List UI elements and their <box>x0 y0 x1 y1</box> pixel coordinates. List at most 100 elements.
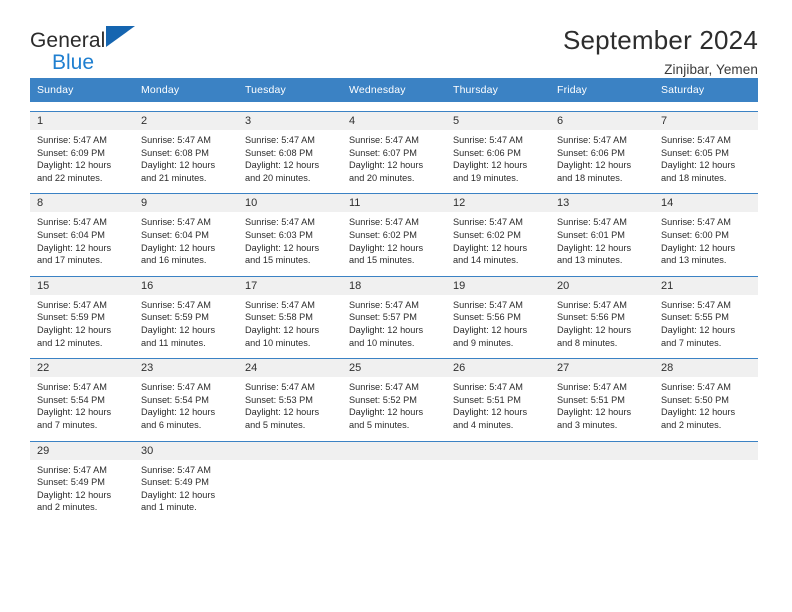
day-sun-info: Sunrise: 5:47 AM Sunset: 5:53 PM Dayligh… <box>245 382 320 430</box>
day-number: 11 <box>342 194 446 213</box>
day-number: 27 <box>550 359 654 378</box>
day-number <box>238 441 342 460</box>
page-subtitle-location: Zinjibar, Yemen <box>664 61 758 77</box>
day-sun-info: Sunrise: 5:47 AM Sunset: 6:00 PM Dayligh… <box>661 217 736 266</box>
day-cell[interactable]: 3 Sunrise: 5:47 AM Sunset: 6:08 PM Daylig… <box>238 112 342 184</box>
day-cell[interactable]: 28 Sunrise: 5:47 AM Sunset: 5:50 PM Dayli… <box>654 359 758 431</box>
day-cell-empty <box>446 441 550 514</box>
day-cell-empty <box>342 441 446 514</box>
day-cell[interactable]: 17 Sunrise: 5:47 AM Sunset: 5:58 PM Dayli… <box>238 276 342 349</box>
day-cell[interactable]: 9 Sunrise: 5:47 AM Sunset: 6:04 PM Daylig… <box>134 194 238 266</box>
day-sun-info: Sunrise: 5:47 AM Sunset: 5:49 PM Dayligh… <box>141 464 216 513</box>
day-sun-info: Sunrise: 5:47 AM Sunset: 6:02 PM Dayligh… <box>349 217 424 266</box>
day-sun-info: Sunrise: 5:47 AM Sunset: 6:05 PM Dayligh… <box>661 135 736 183</box>
day-sun-info: Sunrise: 5:47 AM Sunset: 5:55 PM Dayligh… <box>661 299 736 348</box>
day-number: 8 <box>30 194 134 213</box>
day-cell-empty <box>550 441 654 514</box>
day-cell[interactable]: 13 Sunrise: 5:47 AM Sunset: 6:01 PM Dayli… <box>550 194 654 266</box>
day-sun-info: Sunrise: 5:47 AM Sunset: 5:58 PM Dayligh… <box>245 299 320 348</box>
day-sun-info: Sunrise: 5:47 AM Sunset: 5:56 PM Dayligh… <box>557 299 632 348</box>
day-cell[interactable]: 4 Sunrise: 5:47 AM Sunset: 6:07 PM Daylig… <box>342 112 446 184</box>
day-sun-info <box>446 460 550 464</box>
weekday-header-tuesday: Tuesday <box>245 84 286 96</box>
day-number: 16 <box>134 276 238 295</box>
weekday-header-monday: Monday <box>141 84 180 96</box>
day-number: 3 <box>238 112 342 130</box>
day-number: 25 <box>342 359 446 378</box>
day-cell[interactable]: 20 Sunrise: 5:47 AM Sunset: 5:56 PM Dayli… <box>550 276 654 349</box>
day-cell[interactable]: 24 Sunrise: 5:47 AM Sunset: 5:53 PM Dayli… <box>238 359 342 431</box>
weekday-header-sunday: Sunday <box>37 84 74 96</box>
generalblue-logo[interactable]: General Blue <box>30 24 155 73</box>
day-sun-info: Sunrise: 5:47 AM Sunset: 5:59 PM Dayligh… <box>141 299 216 348</box>
day-number <box>550 441 654 460</box>
day-number: 28 <box>654 359 758 378</box>
day-cell[interactable]: 30 Sunrise: 5:47 AM Sunset: 5:49 PM Dayli… <box>134 441 238 514</box>
day-sun-info <box>550 460 654 464</box>
day-sun-info: Sunrise: 5:47 AM Sunset: 6:01 PM Dayligh… <box>557 217 632 266</box>
day-cell[interactable]: 29 Sunrise: 5:47 AM Sunset: 5:49 PM Dayli… <box>30 441 134 514</box>
day-sun-info: Sunrise: 5:47 AM Sunset: 5:59 PM Dayligh… <box>37 299 112 348</box>
page-header: General Blue September 2024 Zinjibar, Ye… <box>0 0 792 78</box>
day-sun-info: Sunrise: 5:47 AM Sunset: 6:08 PM Dayligh… <box>141 135 216 183</box>
day-sun-info: Sunrise: 5:47 AM Sunset: 6:09 PM Dayligh… <box>37 135 112 183</box>
title-block: September 2024 Zinjibar, Yemen <box>563 24 758 77</box>
day-cell[interactable]: 22 Sunrise: 5:47 AM Sunset: 5:54 PM Dayli… <box>30 359 134 431</box>
day-number: 13 <box>550 194 654 213</box>
day-sun-info: Sunrise: 5:47 AM Sunset: 5:54 PM Dayligh… <box>141 382 216 430</box>
day-sun-info: Sunrise: 5:47 AM Sunset: 6:02 PM Dayligh… <box>453 217 528 266</box>
day-cell[interactable]: 15 Sunrise: 5:47 AM Sunset: 5:59 PM Dayli… <box>30 276 134 349</box>
day-sun-info: Sunrise: 5:47 AM Sunset: 6:06 PM Dayligh… <box>557 135 632 183</box>
day-cell[interactable]: 23 Sunrise: 5:47 AM Sunset: 5:54 PM Dayli… <box>134 359 238 431</box>
day-number: 7 <box>654 112 758 130</box>
calendar-page: General Blue September 2024 Zinjibar, Ye… <box>0 0 792 612</box>
weekday-header-row: Sunday Monday Tuesday Wednesday Thursday… <box>30 78 758 102</box>
day-number: 19 <box>446 276 550 295</box>
day-sun-info: Sunrise: 5:47 AM Sunset: 6:06 PM Dayligh… <box>453 135 528 183</box>
day-number: 12 <box>446 194 550 213</box>
day-cell[interactable]: 14 Sunrise: 5:47 AM Sunset: 6:00 PM Dayli… <box>654 194 758 266</box>
day-cell[interactable]: 25 Sunrise: 5:47 AM Sunset: 5:52 PM Dayli… <box>342 359 446 431</box>
day-number <box>446 441 550 460</box>
day-cell[interactable]: 6 Sunrise: 5:47 AM Sunset: 6:06 PM Daylig… <box>550 112 654 184</box>
day-cell[interactable]: 12 Sunrise: 5:47 AM Sunset: 6:02 PM Dayli… <box>446 194 550 266</box>
weekday-header-saturday: Saturday <box>661 84 705 96</box>
calendar-table: Sunday Monday Tuesday Wednesday Thursday… <box>30 78 758 514</box>
day-number: 9 <box>134 194 238 213</box>
day-sun-info: Sunrise: 5:47 AM Sunset: 5:54 PM Dayligh… <box>37 382 112 430</box>
day-sun-info <box>654 460 758 464</box>
day-number: 24 <box>238 359 342 378</box>
day-sun-info: Sunrise: 5:47 AM Sunset: 6:08 PM Dayligh… <box>245 135 320 183</box>
day-cell[interactable]: 18 Sunrise: 5:47 AM Sunset: 5:57 PM Dayli… <box>342 276 446 349</box>
day-number: 18 <box>342 276 446 295</box>
day-cell[interactable]: 11 Sunrise: 5:47 AM Sunset: 6:02 PM Dayli… <box>342 194 446 266</box>
day-cell-empty <box>654 441 758 514</box>
day-cell[interactable]: 16 Sunrise: 5:47 AM Sunset: 5:59 PM Dayli… <box>134 276 238 349</box>
page-title: September 2024 <box>562 25 758 55</box>
day-cell[interactable]: 19 Sunrise: 5:47 AM Sunset: 5:56 PM Dayli… <box>446 276 550 349</box>
day-number: 17 <box>238 276 342 295</box>
day-sun-info: Sunrise: 5:47 AM Sunset: 5:57 PM Dayligh… <box>349 299 424 348</box>
day-number: 14 <box>654 194 758 213</box>
day-number: 4 <box>342 112 446 130</box>
calendar-week-row: 29 Sunrise: 5:47 AM Sunset: 5:49 PM Dayli… <box>30 440 758 514</box>
day-sun-info: Sunrise: 5:47 AM Sunset: 5:51 PM Dayligh… <box>453 382 528 430</box>
day-cell[interactable]: 8 Sunrise: 5:47 AM Sunset: 6:04 PM Daylig… <box>30 194 134 266</box>
day-number <box>654 441 758 460</box>
logo-text-blue: Blue <box>52 51 95 74</box>
day-sun-info: Sunrise: 5:47 AM Sunset: 5:49 PM Dayligh… <box>37 464 112 513</box>
day-cell[interactable]: 10 Sunrise: 5:47 AM Sunset: 6:03 PM Dayli… <box>238 194 342 266</box>
day-sun-info <box>342 460 446 464</box>
day-cell[interactable]: 21 Sunrise: 5:47 AM Sunset: 5:55 PM Dayli… <box>654 276 758 349</box>
day-cell[interactable]: 27 Sunrise: 5:47 AM Sunset: 5:51 PM Dayli… <box>550 359 654 431</box>
day-cell[interactable]: 1 Sunrise: 5:47 AM Sunset: 6:09 PM Daylig… <box>30 112 134 184</box>
day-cell[interactable]: 7 Sunrise: 5:47 AM Sunset: 6:05 PM Daylig… <box>654 112 758 184</box>
day-cell[interactable]: 26 Sunrise: 5:47 AM Sunset: 5:51 PM Dayli… <box>446 359 550 431</box>
day-number: 5 <box>446 112 550 130</box>
blue-triangle-icon <box>106 26 135 47</box>
weekday-header-wednesday: Wednesday <box>349 84 406 96</box>
calendar-week-row: 15 Sunrise: 5:47 AM Sunset: 5:59 PM Dayli… <box>30 275 758 349</box>
day-cell[interactable]: 5 Sunrise: 5:47 AM Sunset: 6:06 PM Daylig… <box>446 112 550 184</box>
day-cell[interactable]: 2 Sunrise: 5:47 AM Sunset: 6:08 PM Daylig… <box>134 112 238 184</box>
day-number: 6 <box>550 112 654 130</box>
